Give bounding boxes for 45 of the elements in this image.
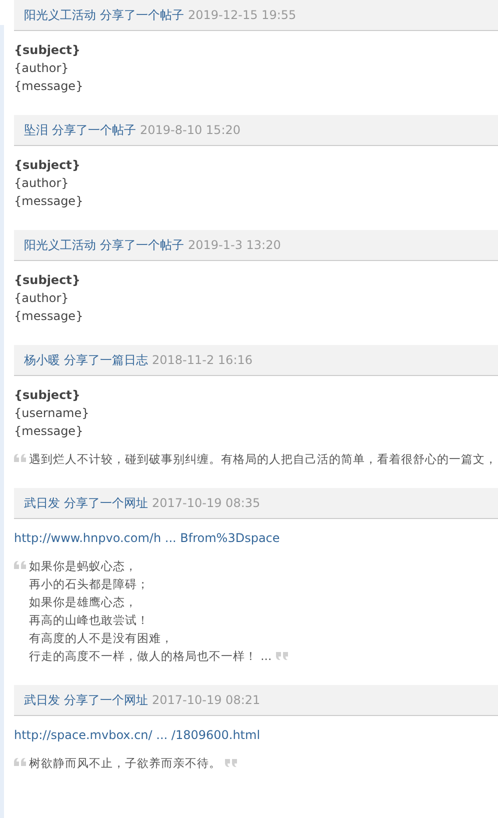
quote-text: 再高的山峰也敢尝试！ bbox=[29, 612, 149, 629]
timestamp: 2019-8-10 15:20 bbox=[140, 122, 240, 139]
user-link[interactable]: 阳光义工活动 bbox=[24, 6, 96, 24]
user-link[interactable]: 杨小暖 bbox=[24, 351, 60, 369]
body-text: {message} bbox=[14, 308, 84, 325]
action-link[interactable]: 分享了一个帖子 bbox=[52, 121, 136, 139]
timestamp: 2017-10-19 08:21 bbox=[152, 692, 260, 709]
action-link[interactable]: 分享了一个网址 bbox=[64, 691, 148, 709]
quote-text: 树欲静而风不止，子欲养而亲不待。 bbox=[29, 755, 221, 772]
body-text: {message} bbox=[14, 423, 84, 440]
quote-text: 行走的高度不一样，做人的格局也不一样！ ... bbox=[29, 648, 272, 665]
action-link[interactable]: 分享了一个网址 bbox=[64, 494, 148, 512]
close-quote-icon bbox=[276, 652, 288, 660]
url-link[interactable]: http://space.mvbox.cn/ ... /1809600.html bbox=[14, 728, 260, 742]
quote-text: 再小的石头都是障碍； bbox=[29, 576, 149, 593]
action-link[interactable]: 分享了一篇日志 bbox=[64, 351, 148, 369]
user-link[interactable]: 阳光义工活动 bbox=[24, 236, 96, 254]
quote-text: 有高度的人不是没有困难， bbox=[29, 630, 173, 647]
timestamp: 2019-1-3 13:20 bbox=[188, 237, 281, 254]
quote-text: 如果你是雄鹰心态， bbox=[29, 594, 137, 611]
body-text: {author} bbox=[14, 175, 70, 192]
subject-text: {subject} bbox=[14, 272, 82, 289]
action-link[interactable]: 分享了一个帖子 bbox=[100, 236, 184, 254]
body-text: {username} bbox=[14, 405, 90, 422]
timestamp: 2017-10-19 08:35 bbox=[152, 495, 260, 512]
open-quote-icon bbox=[14, 758, 26, 766]
close-quote-icon bbox=[225, 759, 237, 767]
subject-text: {subject} bbox=[14, 157, 82, 174]
quote-text: 如果你是蚂蚁心态， bbox=[29, 558, 137, 575]
url-link[interactable]: http://www.hnpvo.com/h ... Bfrom%3Dspace bbox=[14, 531, 280, 545]
user-link[interactable]: 武日发 bbox=[24, 691, 60, 709]
open-quote-icon bbox=[14, 454, 26, 462]
open-quote-icon bbox=[14, 561, 26, 569]
action-link[interactable]: 分享了一个帖子 bbox=[100, 6, 184, 24]
user-link[interactable]: 武日发 bbox=[24, 494, 60, 512]
body-text: {message} bbox=[14, 78, 84, 95]
timestamp: 2019-12-15 19:55 bbox=[188, 7, 296, 24]
timestamp: 2018-11-2 16:16 bbox=[152, 352, 252, 369]
quote-text: 遇到烂人不计较，碰到破事别纠缠。有格局的人把自己活的简单，看着很舒心的一篇文， bbox=[29, 451, 497, 468]
body-text: {author} bbox=[14, 60, 70, 77]
body-text: {author} bbox=[14, 290, 70, 307]
subject-text: {subject} bbox=[14, 42, 82, 59]
subject-text: {subject} bbox=[14, 387, 82, 404]
user-link[interactable]: 坠泪 bbox=[24, 121, 48, 139]
body-text: {message} bbox=[14, 193, 84, 210]
